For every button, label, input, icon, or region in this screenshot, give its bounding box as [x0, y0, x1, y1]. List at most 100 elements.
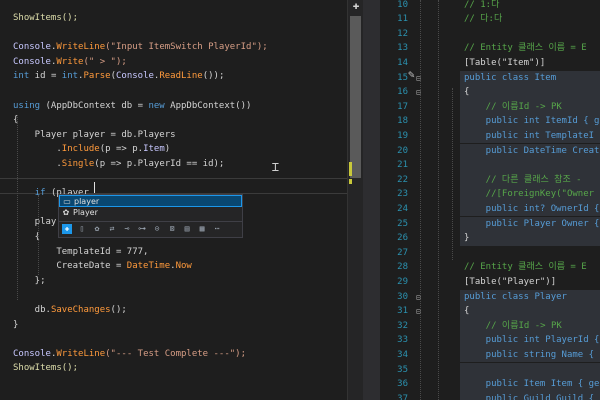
code-line[interactable]: ShowItems(); [13, 362, 78, 375]
code-line[interactable]: 18 public int ItemId { g [380, 114, 600, 129]
selection-highlight [460, 85, 600, 100]
code-token: Single [61, 159, 95, 169]
code-line[interactable]: 28 // Entity 클래스 이름 = E [380, 260, 600, 275]
code-token: id = [29, 71, 62, 82]
code-line[interactable]: TemplateId = 777, [13, 246, 148, 259]
code-line[interactable]: .Include(p => p.Item) [13, 143, 170, 156]
code-line[interactable]: 27 [380, 246, 600, 261]
code-line[interactable]: 34 public string Name { [380, 347, 600, 363]
line-number: 33 [397, 335, 408, 346]
indent-guide [438, 0, 439, 400]
selection-highlight [460, 231, 600, 246]
line-number: 13 [397, 43, 408, 54]
code-line[interactable]: 26} [380, 231, 600, 246]
right-code-editor[interactable]: 10 // 1:다 11 // 다:다 12 13 // Entity 클래스 이름 = E… [380, 0, 600, 400]
code-line[interactable]: 12 [380, 27, 600, 42]
line-number: 36 [397, 379, 408, 390]
code-line[interactable]: 11 // 다:다 [380, 12, 600, 27]
code-line[interactable]: 33 public int PlayerId { [380, 333, 600, 348]
code-line[interactable]: 36 public Item Item { ge [380, 377, 600, 392]
completion-filter-icon[interactable]: ⋯ [212, 224, 222, 234]
code-line[interactable]: 16 { [380, 85, 600, 100]
line-number: 10 [397, 0, 408, 10]
code-line[interactable]: Console.WriteLine("--- Test Complete ---… [13, 348, 246, 361]
vertical-scrollbar[interactable]: ✚ [347, 0, 364, 400]
code-text: // Entity 클래스 이름 = E [464, 43, 587, 54]
code-line[interactable]: 23 //[ForeignKey("Owner [380, 187, 600, 202]
code-line[interactable]: 22 // 다른 클래스 참조 - [380, 172, 600, 188]
line-number: 32 [397, 320, 408, 331]
code-text: //[ForeignKey("Owner [464, 189, 595, 200]
suggestion-item-player-variable[interactable]: ▭ player [59, 195, 242, 207]
code-line[interactable]: 29 [Table("Player")] [380, 275, 600, 290]
left-code-editor[interactable]: ShowItems(); Console.WriteLine("Input Ite… [0, 0, 347, 400]
indent-guide [420, 0, 421, 400]
code-line[interactable]: Player player = db.Players [13, 129, 176, 142]
code-token: (); [110, 305, 127, 315]
code-line[interactable]: db.SaveChanges(); [13, 304, 127, 317]
code-token: int [13, 71, 30, 82]
quick-actions-icon[interactable]: ✎ [408, 69, 422, 81]
code-line[interactable]: 25 public Player Owner { [380, 216, 600, 232]
code-token: Now [175, 261, 192, 272]
code-token: (p => p.PlayerId == id); [94, 159, 225, 169]
code-text: public int PlayerId { [464, 335, 600, 346]
code-line[interactable]: CreateDate = DateTime.Now [13, 260, 192, 273]
line-number: 29 [397, 276, 408, 287]
code-text: } [464, 233, 470, 244]
code-line[interactable]: Console.WriteLine("Input ItemSwitch Play… [13, 41, 268, 54]
code-line[interactable]: Console.Write(" > "); [13, 56, 127, 69]
code-text: [Table("Player")] [464, 276, 557, 287]
code-line[interactable]: 24 public int? OwnerId { [380, 201, 600, 217]
change-marker [349, 179, 352, 184]
selection-highlight [460, 304, 600, 319]
code-line[interactable]: 35 [380, 362, 600, 378]
variable-icon: ▭ [63, 197, 71, 206]
code-line[interactable]: 20 public DateTime Creat [380, 143, 600, 159]
code-line[interactable]: 31 { [380, 304, 600, 319]
suggestion-label: Player [73, 208, 98, 217]
code-line[interactable]: 13 // Entity 클래스 이름 = E [380, 41, 600, 56]
code-line[interactable]: 30 public class Player [380, 289, 600, 305]
code-line[interactable]: 17 // 이름Id -> PK [380, 99, 600, 115]
code-line[interactable]: ShowItems(); [13, 12, 78, 25]
code-line[interactable]: play [13, 216, 57, 229]
line-number: 26 [397, 233, 408, 244]
completion-filter-icon[interactable]: ▦ [197, 224, 207, 234]
code-token: db. [13, 305, 51, 315]
code-line[interactable]: 21 [380, 158, 600, 173]
completion-filter-icon[interactable]: ▯ [77, 224, 87, 234]
completion-filter-icon[interactable]: ✿ [92, 224, 102, 234]
code-line[interactable]: 32 // 이름Id -> PK [380, 318, 600, 334]
line-number: 27 [397, 247, 408, 258]
split-add-icon[interactable]: ✚ [350, 0, 362, 12]
code-line[interactable]: .Single(p => p.PlayerId == id); [13, 158, 224, 171]
code-token: (" > "); [83, 56, 127, 67]
code-line[interactable]: 19 public int TemplateI [380, 128, 600, 144]
completion-filter-icon[interactable]: ⊠ [167, 224, 177, 234]
completion-filter-icon[interactable]: ▤ [182, 224, 192, 234]
editor-splitter[interactable] [363, 0, 380, 400]
code-line[interactable]: using (AppDbContext db = new AppDbContex… [13, 100, 251, 113]
completion-filter-icon[interactable]: ⊙ [152, 224, 162, 234]
completion-filter-icon[interactable]: ⇄ [107, 224, 117, 234]
line-number: 14 [397, 57, 408, 68]
code-line[interactable]: int id = int.Parse(Console.ReadLine()); [13, 70, 224, 83]
autocomplete-popup[interactable]: ▭ player ✿ Player ✚ ▯ ✿ ⇄ ⊸ ⊶ ⊙ ⊠ ▤ ▦ ⋯ [58, 194, 243, 238]
completion-filter-icon[interactable]: ✚ [62, 224, 72, 234]
scrollbar-thumb[interactable] [350, 16, 361, 178]
code-line[interactable]: } [13, 319, 18, 332]
suggestion-item-player-class[interactable]: ✿ Player [59, 207, 242, 219]
completion-filter-icon[interactable]: ⊸ [122, 224, 132, 234]
line-number: 15 [397, 72, 408, 83]
code-text: [Table("Item")] [464, 57, 546, 68]
code-token: . [13, 144, 62, 155]
completion-filter-icon[interactable]: ⊶ [137, 224, 147, 234]
code-line[interactable]: 37 public Guild Guild { [380, 391, 600, 400]
line-number: 34 [397, 349, 408, 360]
code-token: Console [13, 56, 51, 67]
line-number: 20 [397, 145, 408, 156]
code-text: public int TemplateI [464, 130, 595, 141]
code-line[interactable]: 10 // 1:다 [380, 0, 600, 12]
line-number: 37 [397, 393, 408, 400]
